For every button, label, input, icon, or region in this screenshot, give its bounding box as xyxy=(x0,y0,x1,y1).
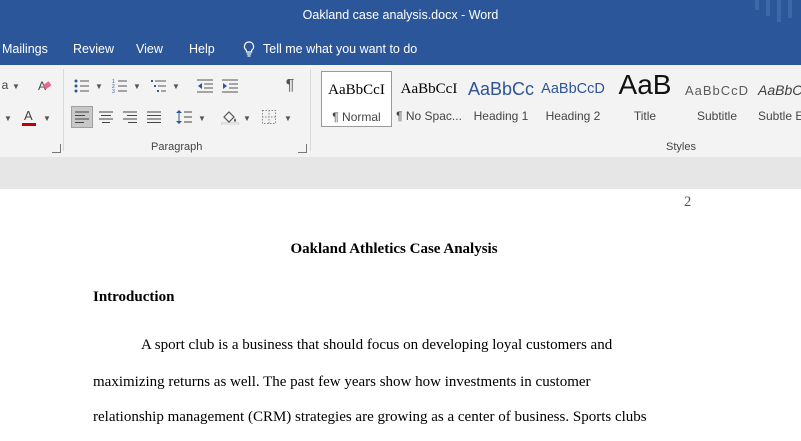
style-name: ¶ No Spac... xyxy=(396,109,462,123)
chevron-down-icon[interactable]: ▼ xyxy=(43,114,51,123)
borders-icon[interactable] xyxy=(260,107,278,127)
group-separator xyxy=(63,69,64,151)
align-right-icon[interactable] xyxy=(121,107,139,127)
style-name: ¶ Normal xyxy=(332,110,381,124)
justify-icon[interactable] xyxy=(145,107,163,127)
style-name: Subtle E xyxy=(758,109,801,123)
tab-mailings[interactable]: Mailings xyxy=(2,42,48,56)
style-sample: AaBbCcD xyxy=(684,83,750,98)
style-name: Heading 2 xyxy=(545,109,601,123)
title-bar-decoration xyxy=(755,0,759,10)
style-title[interactable]: AaB Title xyxy=(610,69,680,127)
style-sample: AaB xyxy=(618,69,672,100)
font-color-icon[interactable]: A xyxy=(20,107,38,129)
style-sample: AaBbCcI xyxy=(328,82,385,98)
title-bar-decoration xyxy=(777,0,781,22)
svg-text:3: 3 xyxy=(112,89,115,93)
styles-group-label: Styles xyxy=(666,141,696,153)
chevron-down-icon[interactable]: ▼ xyxy=(133,82,141,91)
tell-me-label: Tell me what you want to do xyxy=(263,42,418,56)
chevron-down-icon[interactable]: ▼ xyxy=(198,114,206,123)
style-sample: AaBbCcD xyxy=(541,81,605,97)
tell-me-search[interactable]: Tell me what you want to do xyxy=(243,40,417,58)
paragraph-dialog-launcher[interactable] xyxy=(298,144,307,153)
shading-icon[interactable] xyxy=(220,107,240,127)
page-number: 2 xyxy=(684,194,692,210)
numbering-icon[interactable]: 123 xyxy=(111,77,129,95)
document-page[interactable]: 2 Oakland Athletics Case Analysis Introd… xyxy=(0,189,801,441)
lightbulb-icon xyxy=(243,41,255,57)
align-left-icon[interactable] xyxy=(71,106,93,128)
body-line: relationship management (CRM) strategies… xyxy=(93,409,647,425)
style-sample: AaBbCc xyxy=(467,79,535,99)
tab-view[interactable]: View xyxy=(136,42,163,56)
tab-review[interactable]: Review xyxy=(73,42,114,56)
multilevel-list-icon[interactable] xyxy=(150,77,168,95)
body-line: A sport club is a business that should f… xyxy=(141,337,613,353)
font-dialog-launcher[interactable] xyxy=(52,144,61,153)
increase-indent-icon[interactable] xyxy=(221,77,239,95)
group-separator xyxy=(310,69,311,151)
paragraph-group-label: Paragraph xyxy=(151,141,203,153)
style-heading-1[interactable]: AaBbCc Heading 1 xyxy=(466,71,536,127)
tab-help[interactable]: Help xyxy=(189,42,215,56)
style-no-spacing[interactable]: AaBbCcI ¶ No Spac... xyxy=(394,71,464,127)
section-heading: Introduction xyxy=(93,289,175,305)
font-size-box[interactable]: a xyxy=(0,77,10,93)
title-bar-decoration xyxy=(766,0,770,16)
align-center-icon[interactable] xyxy=(97,107,115,127)
style-name: Heading 1 xyxy=(473,109,529,123)
line-spacing-icon[interactable] xyxy=(175,107,193,127)
style-normal[interactable]: AaBbCcI ¶ Normal xyxy=(321,71,392,127)
ribbon-tab-bar: Mailings Review View Help Tell me what y… xyxy=(0,32,801,65)
svg-text:A: A xyxy=(24,108,33,123)
decrease-indent-icon[interactable] xyxy=(196,77,214,95)
style-subtle-emphasis[interactable]: AaBbCc Subtle E xyxy=(754,71,801,127)
title-bar-decoration xyxy=(788,0,792,18)
chevron-down-icon[interactable]: ▼ xyxy=(172,82,180,91)
style-subtitle[interactable]: AaBbCcD Subtitle xyxy=(682,71,752,127)
style-sample: AaBbCcI xyxy=(400,81,458,97)
show-formatting-marks-icon[interactable]: ¶ xyxy=(282,76,298,96)
style-name: Title xyxy=(633,109,657,123)
style-sample: AaBbCc xyxy=(758,82,801,98)
chevron-down-icon[interactable]: ▼ xyxy=(243,114,251,123)
document-canvas xyxy=(0,157,801,189)
document-title: Oakland Athletics Case Analysis xyxy=(290,241,498,257)
chevron-down-icon[interactable]: ▼ xyxy=(284,114,292,123)
style-name: Subtitle xyxy=(696,109,738,123)
style-heading-2[interactable]: AaBbCcD Heading 2 xyxy=(538,71,608,127)
chevron-down-icon[interactable]: ▼ xyxy=(95,82,103,91)
body-line: maximizing returns as well. The past few… xyxy=(93,374,591,390)
bullets-icon[interactable] xyxy=(73,77,91,95)
clear-formatting-icon[interactable]: A xyxy=(36,77,54,95)
chevron-down-icon[interactable]: ▼ xyxy=(12,82,20,91)
window-title: Oakland case analysis.docx - Word xyxy=(302,8,499,22)
ribbon: a ▼ A ▼ A ▼ ▼ 123 ▼ ▼ ¶ ▼ ▼ ▼ Paragraph … xyxy=(0,65,801,158)
chevron-down-icon[interactable]: ▼ xyxy=(4,114,12,123)
title-bar: Oakland case analysis.docx - Word xyxy=(0,0,801,32)
